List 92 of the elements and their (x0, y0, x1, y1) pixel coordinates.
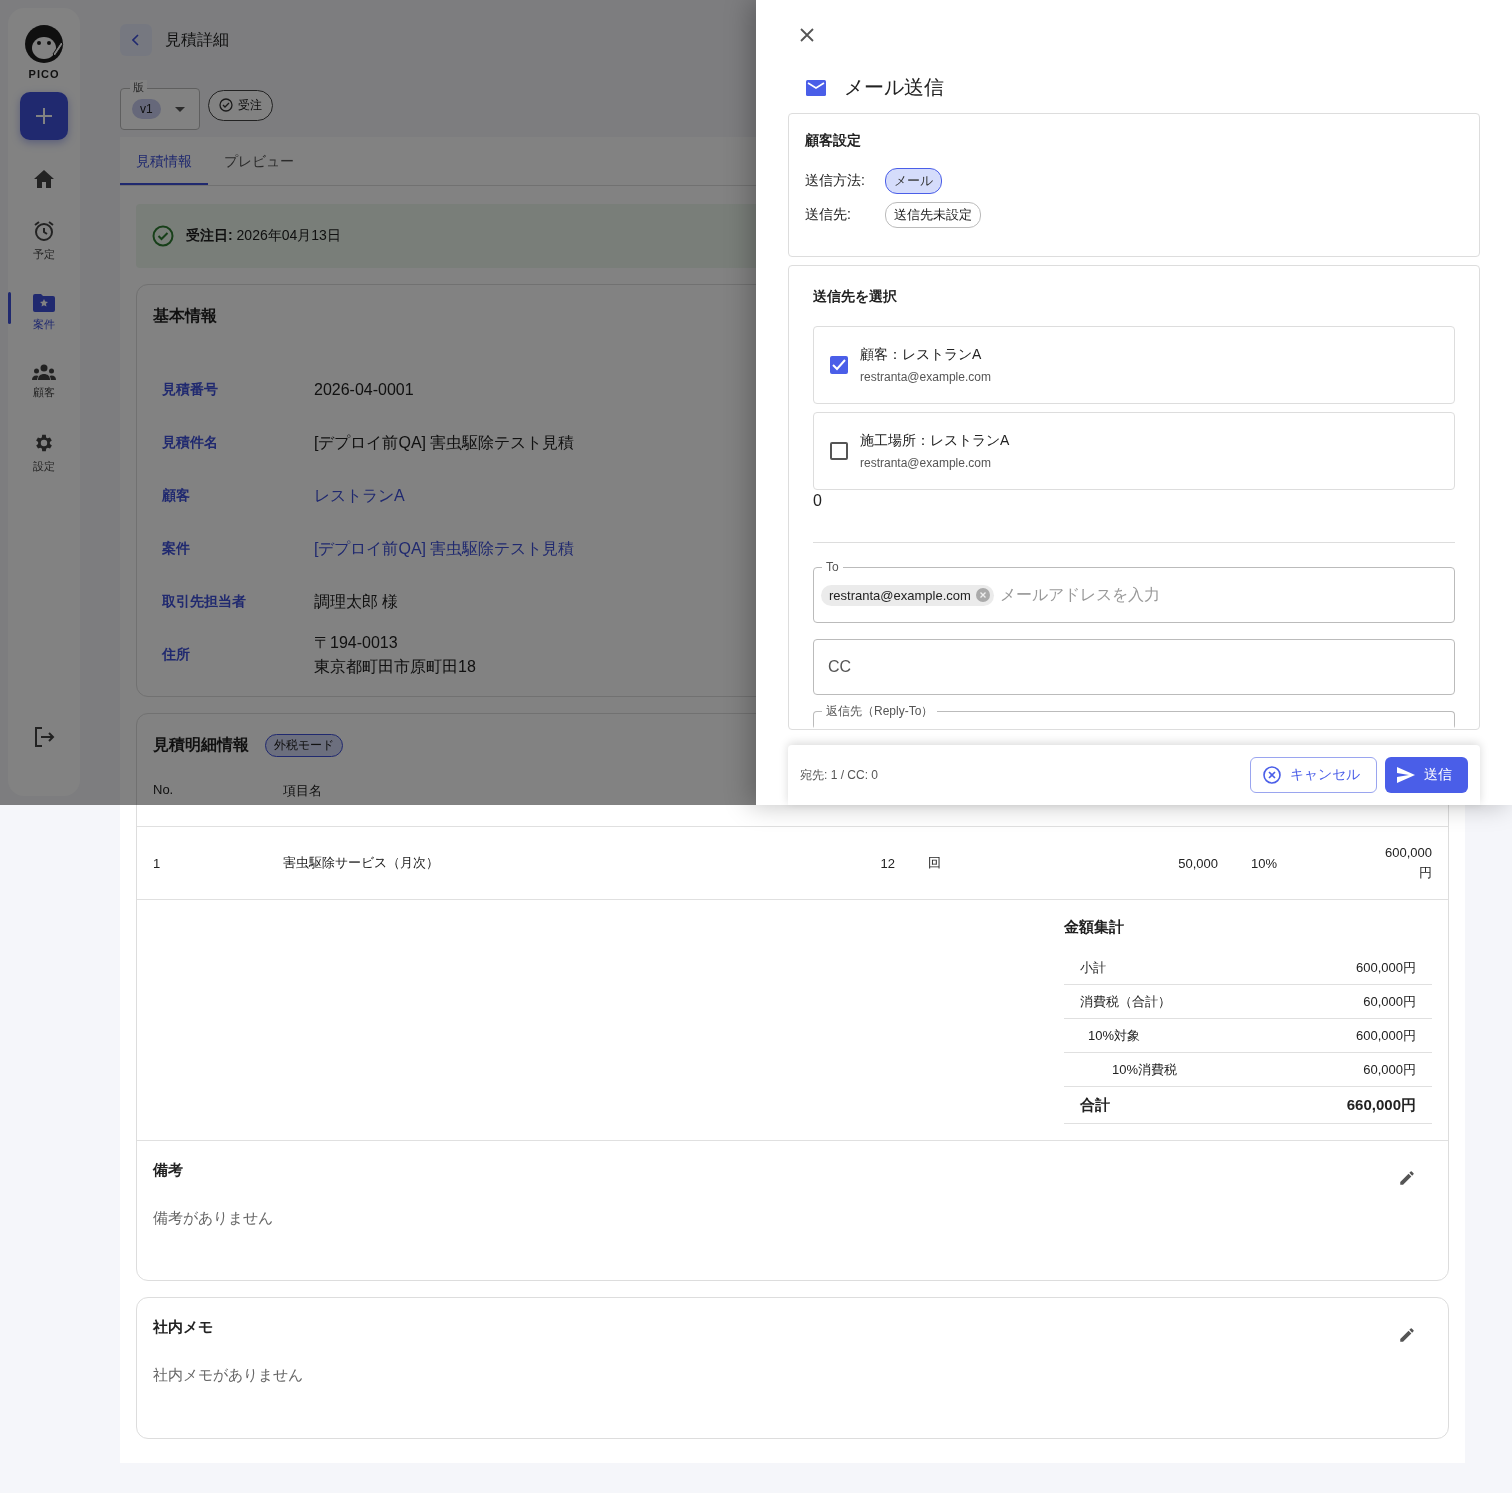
table-cell-text: 600,000円 (1384, 844, 1432, 882)
summary-label: 消費税（合計） (1080, 992, 1171, 1011)
status-chip: メール (885, 168, 942, 194)
close-icon (800, 28, 814, 42)
section-title: 社内メモ (153, 1317, 213, 1337)
checkbox[interactable] (830, 442, 848, 460)
field-label: 住所 (162, 645, 191, 664)
field-value: 調理太郎 様 (314, 591, 399, 612)
drawer-title: メール送信 (844, 75, 944, 100)
summary-label: 10%対象 (1088, 1026, 1141, 1045)
tab[interactable]: プレビュー (208, 137, 310, 185)
field-label: 見積番号 (162, 380, 219, 399)
logout-icon (33, 726, 55, 748)
cancel-icon (1263, 766, 1281, 784)
send-button[interactable]: 送信 (1385, 757, 1468, 793)
people-icon (32, 364, 56, 380)
field-value: 東京都町田市原町田18 (314, 656, 476, 677)
summary-value: 60,000円 (1363, 1060, 1416, 1079)
cc-field[interactable]: CC (813, 639, 1455, 695)
logo-text: PICO (28, 68, 60, 80)
logo-icon (24, 24, 64, 64)
table-cell-text: 害虫駆除サービス（月次） (283, 854, 440, 872)
section-title: 見積明細情報 (153, 734, 249, 755)
summary-title: 金額集計 (1064, 918, 1125, 937)
field-label: 見積件名 (162, 433, 219, 452)
settings-icon (33, 432, 55, 454)
column-header: No. (153, 782, 175, 797)
plus-icon (35, 107, 53, 125)
email-chip: restranta@example.com (821, 584, 994, 606)
field-value: [デプロイ前QA] 害虫駆除テスト見積 (314, 432, 575, 453)
field-label: 案件 (162, 539, 191, 558)
summary-value: 60,000円 (1363, 992, 1416, 1011)
check-circle-icon (152, 225, 174, 247)
field-label: 送信方法: (805, 172, 866, 190)
alarm-clock-icon (33, 220, 55, 242)
table-cell-text: 12 (879, 855, 895, 871)
recipient-name: 施工場所：レストランA (860, 432, 1010, 450)
nav-item[interactable]: 予定 (14, 212, 74, 270)
nav-item[interactable]: 設定 (14, 424, 74, 482)
link[interactable]: レストランA (314, 483, 405, 508)
section-title: 基本情報 (153, 305, 217, 326)
field-value: 〒194-0013 (314, 632, 399, 653)
recipient-name: 顧客：レストランA (860, 346, 983, 364)
nav-item[interactable]: 顧客 (14, 356, 74, 408)
status-chip: 受注 (208, 89, 273, 121)
summary-value: 600,000円 (1356, 1026, 1416, 1045)
field-value: 2026-04-0001 (314, 379, 414, 400)
status-chip: 送信先未設定 (885, 202, 981, 228)
table-cell-text: 50,000 (1177, 855, 1218, 871)
recipient-option[interactable]: 顧客：レストランA restranta@example.com (813, 326, 1455, 404)
summary-value: 660,000円 (1346, 1095, 1416, 1115)
edit-icon[interactable] (1398, 1326, 1416, 1344)
mail-icon (806, 79, 826, 96)
recipient-email: restranta@example.com (860, 370, 991, 384)
tab[interactable]: 見積情報 (120, 137, 208, 185)
send-icon (1397, 767, 1415, 783)
recipient-summary: 宛先: 1 / CC: 0 (800, 766, 879, 784)
checkbox[interactable] (830, 356, 848, 374)
field-label: 顧客 (162, 486, 191, 505)
summary-label: 10%消費税 (1112, 1060, 1178, 1079)
section-title: 備考 (153, 1160, 183, 1180)
summary-label: 小計 (1080, 958, 1106, 977)
count-text: 0 (813, 492, 823, 511)
section-title: 顧客設定 (805, 132, 861, 148)
field-label: 送信先: (805, 206, 852, 224)
empty-text: 備考がありません (153, 1209, 274, 1228)
caret-icon (174, 106, 185, 112)
close-button[interactable] (798, 26, 816, 44)
home-icon (34, 170, 54, 188)
cancel-button[interactable]: キャンセル (1250, 757, 1377, 793)
add-button[interactable] (20, 92, 68, 140)
to-field[interactable]: To restranta@example.com メールアドレスを入力 (813, 559, 1455, 623)
folder-icon (33, 294, 55, 312)
link[interactable]: [デプロイ前QA] 害虫駆除テスト見積 (314, 536, 575, 561)
table-cell-text: 10% (1250, 855, 1279, 871)
summary-label: 合計 (1080, 1095, 1110, 1115)
version-select[interactable]: 版 v1 (120, 80, 200, 130)
table-cell-text: 1 (153, 855, 162, 871)
recipient-email: restranta@example.com (860, 456, 992, 470)
column-header: 項目名 (283, 782, 323, 800)
summary-value: 600,000円 (1356, 958, 1416, 977)
recipient-option[interactable]: 施工場所：レストランA restranta@example.com (813, 412, 1455, 490)
page-title: 見積詳細 (165, 29, 229, 50)
section-title: 送信先を選択 (813, 288, 897, 304)
table-cell-text: 回 (927, 854, 942, 872)
alert-text: 受注日: 2026年04月13日 (186, 227, 341, 245)
empty-text: 社内メモがありません (153, 1366, 304, 1385)
chevron-left-icon (132, 34, 140, 46)
field-label: 取引先担当者 (162, 592, 247, 611)
edit-icon[interactable] (1398, 1169, 1416, 1187)
check-circle-icon (219, 98, 233, 112)
mode-badge: 外税モード (265, 733, 343, 757)
